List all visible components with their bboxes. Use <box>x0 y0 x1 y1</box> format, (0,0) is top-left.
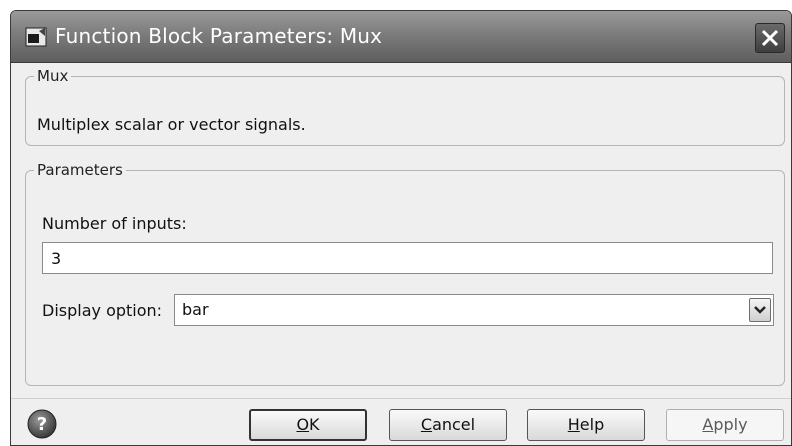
number-of-inputs-field[interactable] <box>42 242 773 274</box>
footer-divider <box>11 398 791 399</box>
apply-label-rest: pply <box>713 415 748 434</box>
dialog-window: Function Block Parameters: Mux Mux Multi… <box>10 10 792 446</box>
help-mnemonic: H <box>567 415 580 434</box>
parameters-legend: Parameters <box>34 161 126 179</box>
window-title: Function Block Parameters: Mux <box>55 24 383 48</box>
display-option-select[interactable]: bar <box>174 294 774 326</box>
apply-mnemonic: A <box>702 415 714 434</box>
mux-legend: Mux <box>34 67 72 85</box>
display-option-label: Display option: <box>42 301 163 320</box>
block-description: Multiplex scalar or vector signals. <box>37 115 306 134</box>
ok-label-rest: K <box>309 415 320 434</box>
mux-groupbox: Mux Multiplex scalar or vector signals. <box>25 67 785 146</box>
help-label-rest: elp <box>579 415 605 434</box>
title-bar[interactable]: Function Block Parameters: Mux <box>11 11 791 63</box>
display-option-value: bar <box>182 300 209 319</box>
ok-button[interactable]: OK <box>249 409 367 441</box>
help-button[interactable]: Help <box>527 409 645 441</box>
parameters-groupbox: Parameters Number of inputs: Display opt… <box>25 161 785 386</box>
display-option-dropdown-button[interactable] <box>749 298 771 322</box>
chevron-down-icon <box>754 306 766 314</box>
apply-button[interactable]: Apply <box>666 409 784 441</box>
ok-mnemonic: O <box>296 415 310 434</box>
close-icon <box>761 29 779 47</box>
cancel-label-rest: ancel <box>432 415 476 434</box>
simulink-block-icon <box>25 27 47 47</box>
cancel-mnemonic: C <box>420 415 433 434</box>
dialog-body: Mux Multiplex scalar or vector signals. … <box>11 64 791 445</box>
help-question-icon[interactable]: ? <box>27 409 57 439</box>
svg-text:?: ? <box>37 414 47 435</box>
number-of-inputs-label: Number of inputs: <box>42 214 187 233</box>
close-button[interactable] <box>755 23 785 53</box>
cancel-button[interactable]: Cancel <box>389 409 507 441</box>
